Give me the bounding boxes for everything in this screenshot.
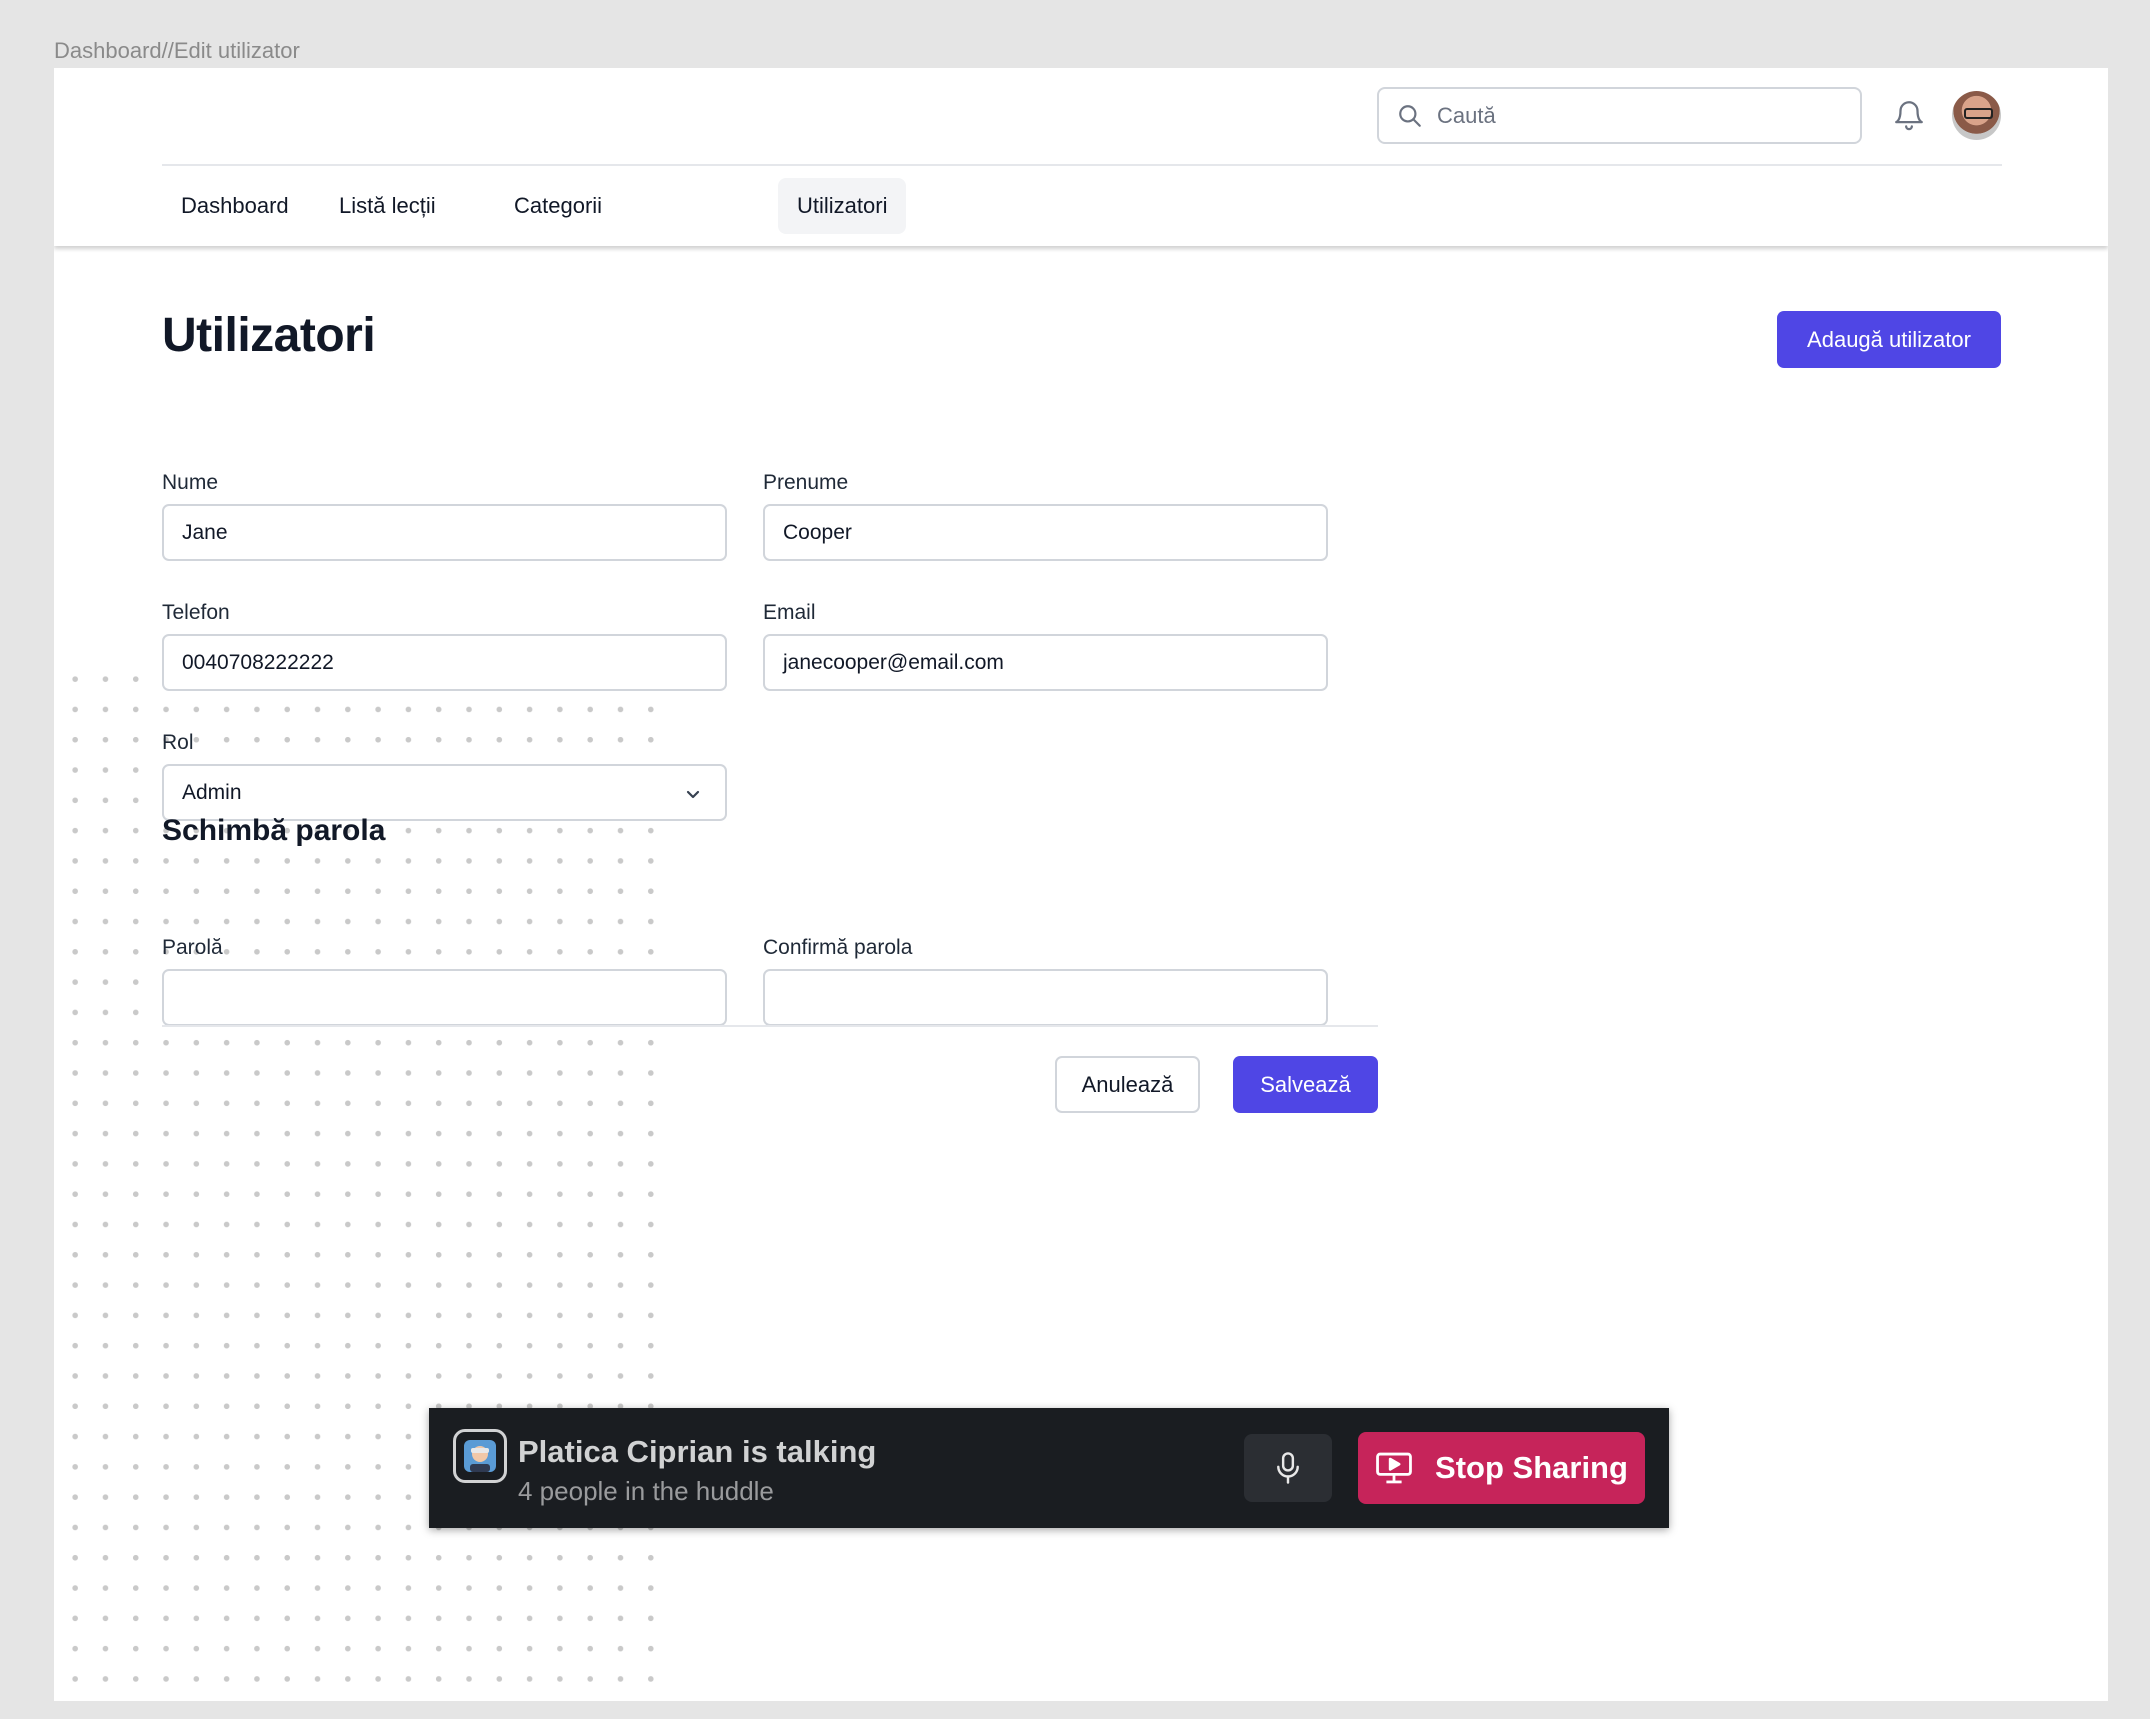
tab-lista-lectii[interactable]: Listă lecții	[320, 178, 455, 234]
header-divider	[162, 164, 2002, 166]
tab-dashboard[interactable]: Dashboard	[162, 178, 308, 234]
email-input[interactable]: janecooper@email.com	[763, 634, 1328, 691]
speaker-avatar-icon	[464, 1440, 496, 1472]
top-header: Caută Dashboard Listă lecții Categorii U…	[54, 68, 2108, 246]
huddle-speaker-avatar	[453, 1429, 507, 1483]
stop-sharing-label: Stop Sharing	[1435, 1450, 1628, 1485]
form-divider	[162, 1025, 1378, 1027]
confirma-parola-input[interactable]	[763, 969, 1328, 1026]
chevron-down-icon	[686, 790, 700, 799]
search-box[interactable]: Caută	[1377, 87, 1862, 144]
huddle-bar: Platica Ciprian is talking 4 people in t…	[429, 1408, 1669, 1528]
telefon-input[interactable]: 0040708222222	[162, 634, 727, 691]
rol-label: Rol	[162, 731, 194, 754]
confirma-parola-label: Confirmă parola	[763, 936, 913, 959]
cancel-button[interactable]: Anulează	[1055, 1056, 1200, 1113]
stop-sharing-button[interactable]: Stop Sharing	[1358, 1432, 1645, 1504]
prenume-input[interactable]: Cooper	[763, 504, 1328, 561]
microphone-button[interactable]	[1244, 1434, 1332, 1502]
nume-label: Nume	[162, 471, 219, 494]
screen-share-icon	[1376, 1452, 1412, 1484]
nume-input[interactable]: Jane	[162, 504, 727, 561]
tab-utilizatori[interactable]: Utilizatori	[778, 178, 907, 234]
microphone-icon	[1277, 1452, 1299, 1484]
change-password-title: Schimbă parola	[162, 814, 386, 847]
parola-input[interactable]	[162, 969, 727, 1026]
frame-label: Dashboard//Edit utilizator	[54, 38, 300, 63]
prenume-label: Prenume	[763, 471, 849, 494]
search-input[interactable]: Caută	[1437, 103, 1496, 129]
add-user-button[interactable]: Adaugă utilizator	[1777, 311, 2001, 368]
parola-label: Parolă	[162, 936, 223, 959]
tab-categorii[interactable]: Categorii	[495, 178, 621, 234]
rol-select[interactable]: Admin	[162, 764, 727, 821]
search-icon	[1399, 104, 1421, 127]
rol-select-value: Admin	[182, 780, 242, 804]
page-title: Utilizatori	[162, 309, 376, 362]
user-avatar[interactable]	[1952, 91, 2001, 140]
huddle-subtitle: 4 people in the huddle	[518, 1476, 774, 1506]
telefon-label: Telefon	[162, 601, 230, 624]
save-button[interactable]: Salvează	[1233, 1056, 1378, 1113]
email-label: Email	[763, 601, 816, 624]
huddle-title: Platica Ciprian is talking	[518, 1434, 877, 1469]
bell-icon[interactable]	[1892, 96, 1926, 134]
